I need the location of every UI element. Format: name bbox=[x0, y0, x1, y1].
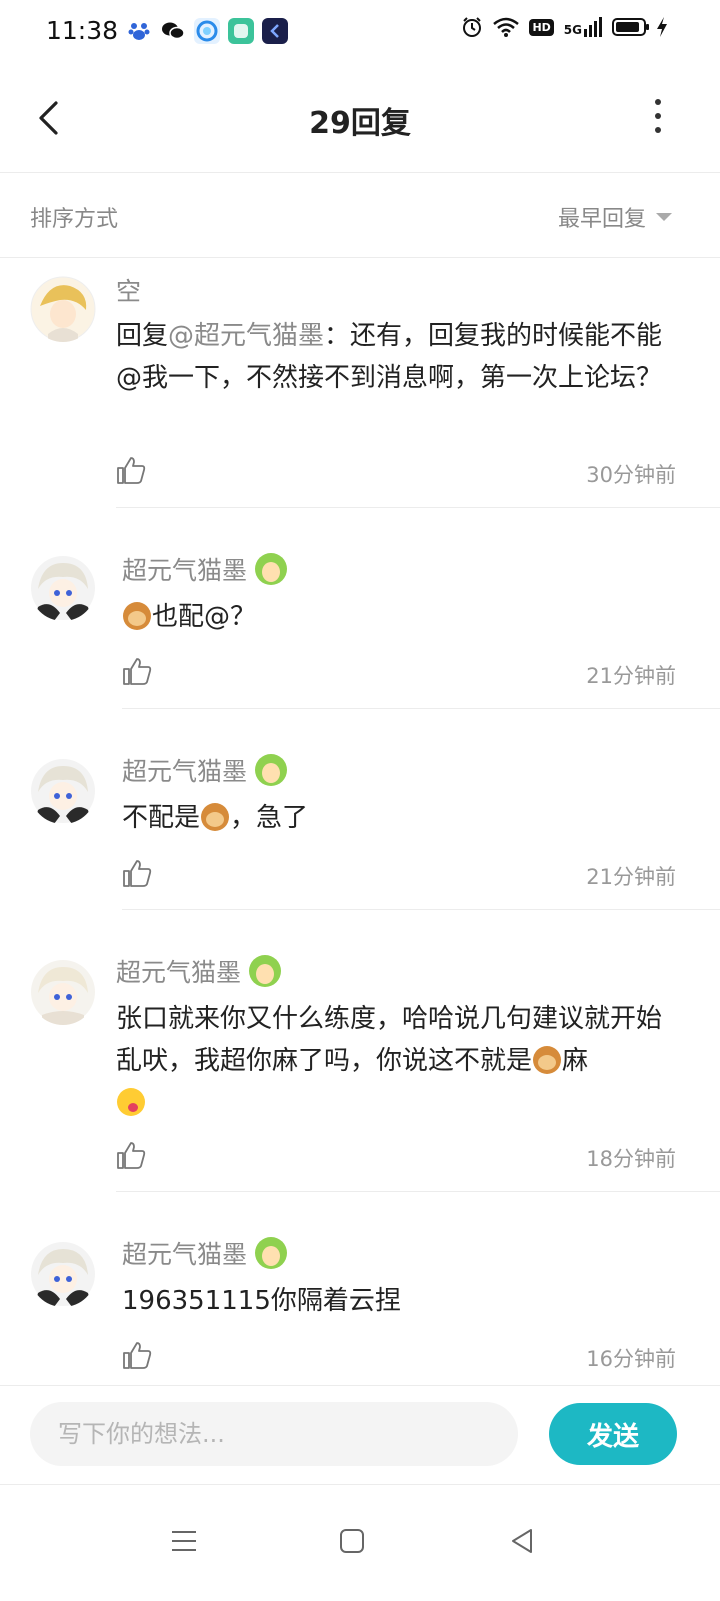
reply-username[interactable]: 超元气猫墨 bbox=[122, 752, 288, 788]
reply-text: 不配是 ，急了 bbox=[122, 803, 309, 833]
reply-username[interactable]: 空 bbox=[116, 272, 141, 308]
notes-app-icon bbox=[228, 18, 254, 44]
send-button[interactable]: 发送 bbox=[549, 1403, 677, 1465]
reply-item: 超元气猫墨 也配@？ 21分钟前 bbox=[0, 509, 720, 709]
mention-link[interactable]: @超元气猫墨 bbox=[168, 321, 324, 351]
like-icon[interactable] bbox=[122, 656, 152, 686]
comment-composer: 发送 bbox=[0, 1385, 720, 1484]
reply-text: 回复@超元气猫墨：还有，回复我的时候能不能@我一下，不然接不到消息啊，第一次上论… bbox=[116, 321, 663, 393]
reply-item: 超元气猫墨 196351115你隔着云捏 16分钟前 bbox=[0, 1193, 720, 1384]
avatar[interactable] bbox=[30, 276, 96, 342]
sort-bar: 排序方式 最早回复 bbox=[0, 173, 720, 258]
divider bbox=[116, 507, 720, 508]
user-badge-icon bbox=[255, 1237, 288, 1269]
browser-icon bbox=[194, 18, 220, 44]
reply-time: 30分钟前 bbox=[586, 463, 676, 487]
reply-text: 196351115你隔着云捏 bbox=[122, 1286, 401, 1316]
divider bbox=[122, 909, 720, 910]
cellular-signal-icon: 5G bbox=[564, 17, 602, 37]
reply-text: 张口就来你又什么练度，哈哈说几句建议就开始乱吠，我超你麻了吗，你说这不就是麻 bbox=[116, 998, 666, 1124]
network-type: 5G bbox=[563, 23, 582, 37]
status-time: 11:38 bbox=[46, 16, 119, 45]
yum-emoji-icon bbox=[117, 1088, 145, 1116]
comment-input[interactable] bbox=[30, 1402, 518, 1466]
like-icon[interactable] bbox=[116, 455, 146, 485]
avatar[interactable] bbox=[30, 959, 96, 1025]
sort-value: 最早回复 bbox=[557, 207, 646, 232]
reply-username[interactable]: 超元气猫墨 bbox=[122, 551, 288, 587]
reply-time: 16分钟前 bbox=[586, 1347, 676, 1371]
monkey-emoji-icon bbox=[201, 803, 230, 831]
wifi-icon bbox=[493, 17, 520, 37]
home-icon[interactable] bbox=[332, 1521, 372, 1561]
monkey-emoji-icon bbox=[123, 602, 151, 630]
caret-down-icon bbox=[656, 213, 672, 221]
user-badge-icon bbox=[255, 754, 288, 786]
avatar[interactable] bbox=[30, 1241, 96, 1307]
reply-time: 18分钟前 bbox=[586, 1147, 676, 1171]
user-badge-icon bbox=[249, 955, 282, 987]
divider bbox=[122, 708, 720, 709]
charging-icon bbox=[657, 17, 667, 37]
reply-text: 也配@？ bbox=[122, 596, 672, 638]
sort-label: 排序方式 bbox=[30, 207, 119, 232]
status-app-icons bbox=[126, 18, 288, 44]
reply-item: 超元气猫墨 不配是 ，急了 21分钟前 bbox=[0, 710, 720, 910]
app-icon bbox=[262, 18, 288, 44]
battery-icon bbox=[612, 18, 649, 36]
like-icon[interactable] bbox=[122, 858, 152, 888]
divider bbox=[116, 1191, 720, 1192]
user-badge-icon bbox=[255, 553, 288, 585]
hd-badge: HD bbox=[529, 18, 554, 36]
reply-username[interactable]: 超元气猫墨 bbox=[122, 1235, 288, 1271]
more-options-icon[interactable] bbox=[646, 94, 670, 138]
page-title: 29回复 bbox=[309, 106, 411, 141]
reply-item: 空 回复@超元气猫墨：还有，回复我的时候能不能@我一下，不然接不到消息啊，第一次… bbox=[0, 258, 720, 508]
reply-item: 超元气猫墨 张口就来你又什么练度，哈哈说几句建议就开始乱吠，我超你麻了吗，你说这… bbox=[0, 911, 720, 1192]
like-icon[interactable] bbox=[122, 1340, 152, 1370]
monkey-emoji-icon bbox=[533, 1046, 562, 1074]
reply-time: 21分钟前 bbox=[586, 865, 676, 889]
wechat-icon bbox=[160, 18, 186, 44]
avatar[interactable] bbox=[30, 555, 96, 621]
reply-time: 21分钟前 bbox=[586, 664, 676, 688]
sort-dropdown[interactable]: 最早回复 bbox=[558, 201, 672, 233]
status-indicators: HD 5G bbox=[461, 16, 668, 38]
alarm-icon bbox=[463, 17, 482, 37]
system-nav-bar bbox=[0, 1484, 720, 1601]
avatar[interactable] bbox=[30, 758, 96, 824]
menu-icon[interactable] bbox=[164, 1521, 204, 1561]
baidu-icon bbox=[126, 18, 152, 44]
reply-username[interactable]: 超元气猫墨 bbox=[116, 953, 282, 989]
status-bar: 11:38 HD 5G bbox=[0, 0, 720, 64]
like-icon[interactable] bbox=[116, 1140, 146, 1170]
header-bar: 29回复 bbox=[0, 64, 720, 173]
system-back-icon[interactable] bbox=[502, 1521, 542, 1561]
